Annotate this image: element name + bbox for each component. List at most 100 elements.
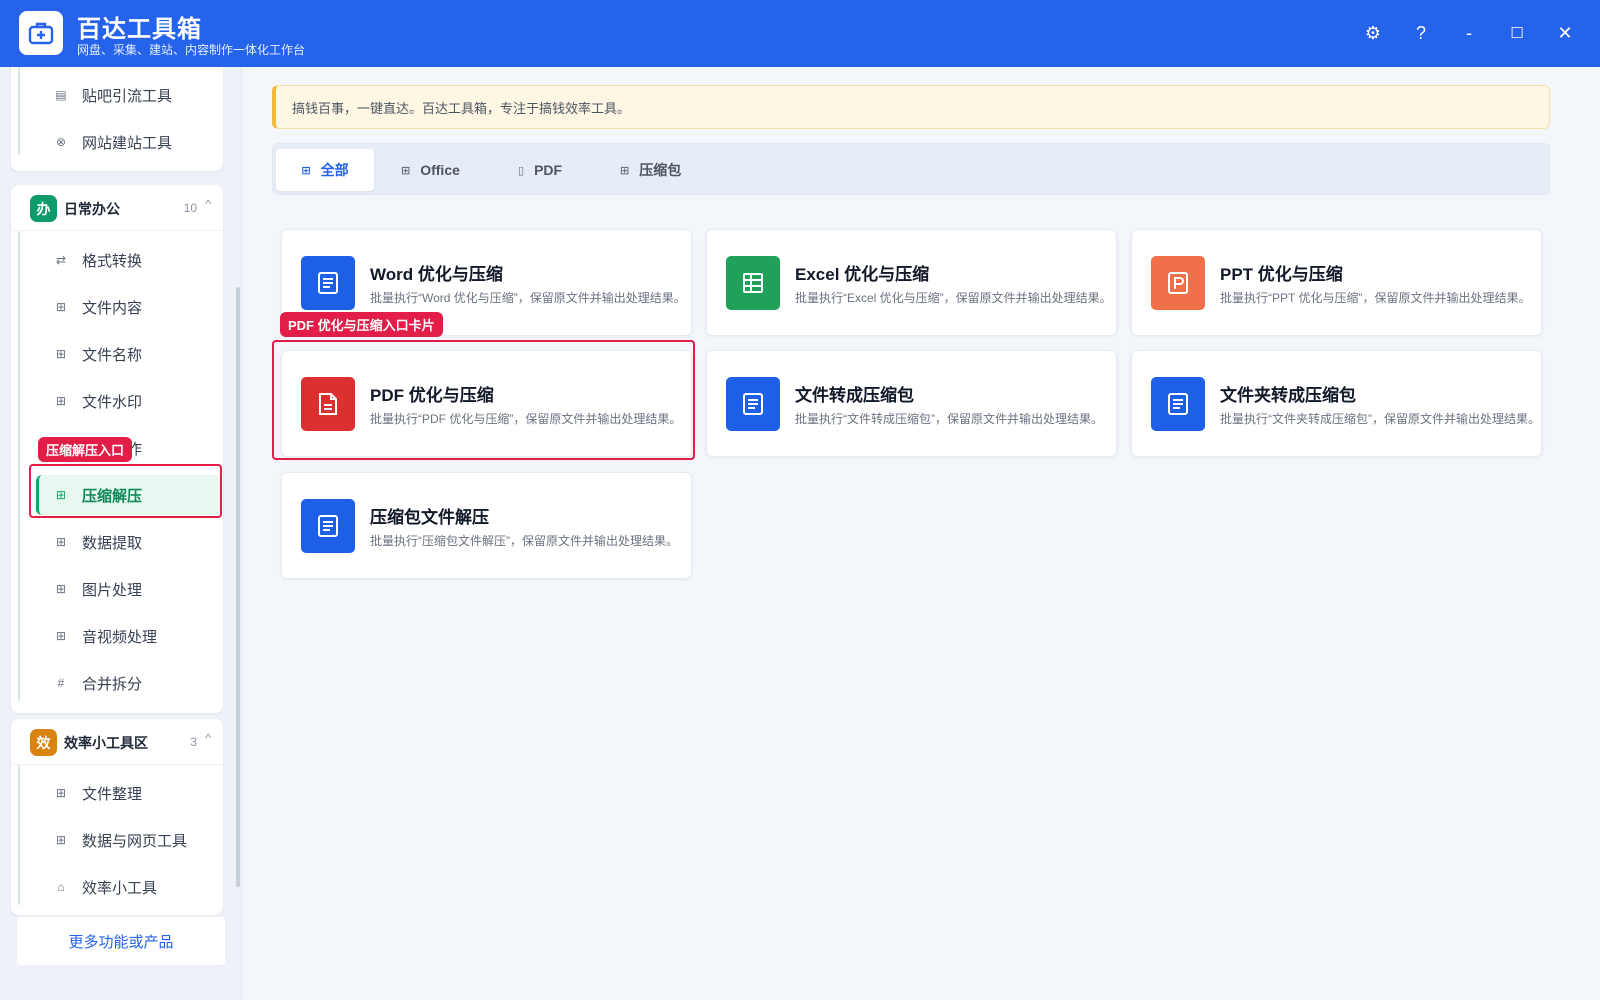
card-title: Word 优化与压缩 (370, 265, 503, 284)
sidebar-item-label: 图片处理 (82, 581, 143, 599)
app-title: 百达工具箱 (77, 16, 202, 43)
app-logo (19, 11, 63, 55)
grid-icon: ⊞ (620, 164, 630, 177)
card-title: 文件夹转成压缩包 (1220, 386, 1356, 405)
sidebar-item-label: 贴吧引流工具 (82, 87, 173, 105)
sidebar-item-label: 格式转换 (82, 252, 143, 270)
document-icon (301, 256, 355, 310)
sidebar-item-image[interactable]: ⊞ 图片处理 (11, 569, 223, 609)
grid-icon: ⊞ (55, 833, 67, 847)
tab-label: 压缩包 (639, 162, 682, 178)
minimize-button[interactable]: - (1454, 18, 1484, 48)
tab-all[interactable]: ⊞ 全部 (276, 149, 374, 191)
sidebar-item-website[interactable]: ⊗ 网站建站工具 (11, 122, 223, 162)
grid-icon: ⊞ (55, 535, 67, 549)
spreadsheet-icon (726, 256, 780, 310)
sidebar-item-label: 文件整理 (82, 785, 143, 803)
grid-icon: ⊞ (55, 300, 67, 314)
settings-button[interactable]: ⚙ (1358, 18, 1388, 48)
sidebar-item-label: 音视频处理 (82, 628, 158, 646)
group-count: 3 (190, 735, 197, 749)
tool-card-folder-to-archive[interactable]: 文件夹转成压缩包 批量执行“文件夹转成压缩包”，保留原文件并输出处理结果。 (1131, 350, 1542, 457)
group-header-efficiency[interactable]: 效 效率小工具区 3 ^ (11, 719, 223, 765)
grid-icon: ⊞ (55, 347, 67, 361)
compress-highlight-tag: 压缩解压入口 (38, 437, 133, 462)
grid-icon: ⊞ (55, 629, 67, 643)
sidebar-item-data-extract[interactable]: ⊞ 数据提取 (11, 522, 223, 562)
card-desc: 批量执行“Excel 优化与压缩”，保留原文件并输出处理结果。 (795, 291, 1112, 305)
sidebar-item-file-organize[interactable]: ⊞ 文件整理 (11, 773, 223, 813)
sidebar-item-format-convert[interactable]: ⇄ 格式转换 (11, 240, 223, 280)
globe-icon: ⊗ (55, 135, 67, 149)
card-desc: 批量执行“Word 优化与压缩”，保留原文件并输出处理结果。 (370, 291, 686, 305)
card-title: Excel 优化与压缩 (795, 265, 930, 284)
sidebar-scrollbar[interactable] (236, 287, 240, 887)
sidebar-item-media[interactable]: ⊞ 音视频处理 (11, 616, 223, 656)
toolbox-icon (28, 22, 54, 45)
card-desc: 批量执行“PPT 优化与压缩”，保留原文件并输出处理结果。 (1220, 291, 1531, 305)
close-icon: ✕ (1557, 22, 1573, 43)
tool-card-pdf[interactable]: PDF 优化与压缩 批量执行“PDF 优化与压缩”，保留原文件并输出处理结果。 (281, 350, 692, 457)
hash-icon: # (57, 676, 65, 690)
sidebar-item-data-web[interactable]: ⊞ 数据与网页工具 (11, 820, 223, 860)
pdf-card-highlight-tag: PDF 优化与压缩入口卡片 (280, 312, 443, 337)
sidebar-item-label: 文件内容 (82, 299, 143, 317)
chevron-up-icon[interactable]: ^ (205, 731, 211, 745)
card-desc: 批量执行“文件夹转成压缩包”，保留原文件并输出处理结果。 (1220, 412, 1540, 426)
close-button[interactable]: ✕ (1550, 18, 1580, 48)
tab-label: PDF (534, 162, 563, 178)
help-button[interactable]: ? (1406, 18, 1436, 48)
notice-banner: 搞钱百事，一键直达。百达工具箱，专注于搞钱效率工具。 (272, 85, 1550, 129)
tool-card-file-to-archive[interactable]: 文件转成压缩包 批量执行“文件转成压缩包”，保留原文件并输出处理结果。 (706, 350, 1117, 457)
maximize-button[interactable]: ☐ (1502, 18, 1532, 48)
tab-pdf[interactable]: ▯ PDF (518, 149, 562, 191)
sidebar-item-file-watermark[interactable]: ⊞ 文件水印 (11, 381, 223, 421)
grid-icon: ⊞ (55, 488, 67, 502)
card-title: 文件转成压缩包 (795, 386, 914, 405)
maximize-icon: ☐ (1510, 25, 1524, 42)
document-icon (726, 377, 780, 431)
sidebar-item-label: 效率小工具 (82, 879, 158, 897)
sidebar-item-file-content[interactable]: ⊞ 文件内容 (11, 287, 223, 327)
grid-icon: ⊞ (55, 582, 67, 596)
sidebar-item-label: 文件名称 (82, 346, 143, 364)
sidebar-item-label: 网站建站工具 (82, 134, 173, 152)
file-icon: ▯ (518, 164, 525, 177)
group-title: 效率小工具区 (64, 735, 148, 751)
sidebar-item-tieba[interactable]: ▤ 贴吧引流工具 (11, 75, 223, 115)
tool-card-ppt[interactable]: PPT 优化与压缩 批量执行“PPT 优化与压缩”，保留原文件并输出处理结果。 (1131, 229, 1542, 336)
group-title: 日常办公 (64, 201, 120, 217)
chevron-up-icon[interactable]: ^ (205, 197, 211, 211)
title-bar: 百达工具箱 网盘、采集、建站、内容制作一体化工作台 ⚙ ? - ☐ ✕ (0, 0, 1600, 67)
card-desc: 批量执行“PDF 优化与压缩”，保留原文件并输出处理结果。 (370, 412, 682, 426)
sidebar-item-efficiency-tools[interactable]: ⌂ 效率小工具 (11, 867, 223, 907)
card-desc: 批量执行“文件转成压缩包”，保留原文件并输出处理结果。 (795, 412, 1103, 426)
tool-card-excel[interactable]: Excel 优化与压缩 批量执行“Excel 优化与压缩”，保留原文件并输出处理… (706, 229, 1117, 336)
tab-archive[interactable]: ⊞ 压缩包 (620, 149, 681, 191)
tool-card-unzip[interactable]: 压缩包文件解压 批量执行“压缩包文件解压”，保留原文件并输出处理结果。 (281, 472, 692, 579)
sidebar-item-compress[interactable]: ⊞ 压缩解压 (36, 475, 220, 515)
gear-icon: ⚙ (1364, 22, 1382, 43)
minimize-icon: - (1466, 22, 1472, 43)
card-title: PDF 优化与压缩 (370, 386, 494, 405)
group-badge: 效 (30, 729, 57, 756)
sidebar-item-file-name[interactable]: ⊞ 文件名称 (11, 334, 223, 374)
sidebar-item-merge-split[interactable]: # 合并拆分 (11, 663, 223, 703)
group-card-efficiency: 效 效率小工具区 3 ^ ⊞ 文件整理 ⊞ 数据与网页工具 ⌂ 效率小工具 (11, 719, 223, 915)
sidebar-item-label: 文件水印 (82, 393, 143, 411)
card-desc: 批量执行“压缩包文件解压”，保留原文件并输出处理结果。 (370, 534, 678, 548)
presentation-icon (1151, 256, 1205, 310)
sidebar-item-label: 合并拆分 (82, 675, 143, 693)
more-products-link[interactable]: 更多功能或产品 (16, 916, 226, 966)
pdf-file-icon (301, 377, 355, 431)
group-card-top: ▤ 贴吧引流工具 ⊗ 网站建站工具 (11, 67, 223, 171)
group-header-office[interactable]: 办 日常办公 10 ^ (11, 185, 223, 231)
tab-office[interactable]: ⊞ Office (401, 149, 460, 191)
toolbox-icon: ⌂ (57, 880, 65, 894)
tab-label: Office (420, 162, 460, 178)
grid-icon: ⊞ (401, 164, 411, 177)
card-title: PPT 优化与压缩 (1220, 265, 1343, 284)
group-count: 10 (183, 201, 197, 215)
main-content: 搞钱百事，一键直达。百达工具箱，专注于搞钱效率工具。 ⊞ 全部 ⊞ Office… (243, 67, 1600, 1000)
grid-icon: ⊞ (301, 164, 311, 177)
